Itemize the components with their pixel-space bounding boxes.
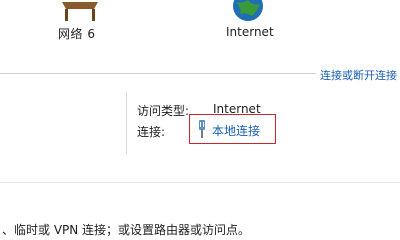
network-bench-icon	[62, 2, 98, 21]
globe-icon	[233, 0, 263, 21]
connection-label: 连接:	[137, 125, 166, 139]
section-divider	[0, 73, 316, 74]
local-connection-link[interactable]: 本地连接	[212, 122, 260, 139]
section-divider-2	[0, 182, 400, 183]
internet-label: Internet	[226, 25, 274, 39]
ethernet-plug-icon[interactable]	[197, 120, 207, 138]
connect-disconnect-link[interactable]: 连接或断开连接	[320, 67, 397, 83]
setup-description-text: 、临时或 VPN 连接；或设置路由器或访问点。	[2, 223, 251, 237]
access-type-label: 访问类型:	[137, 104, 190, 118]
vertical-divider	[126, 92, 127, 154]
network-name: 网络 6	[58, 27, 96, 41]
